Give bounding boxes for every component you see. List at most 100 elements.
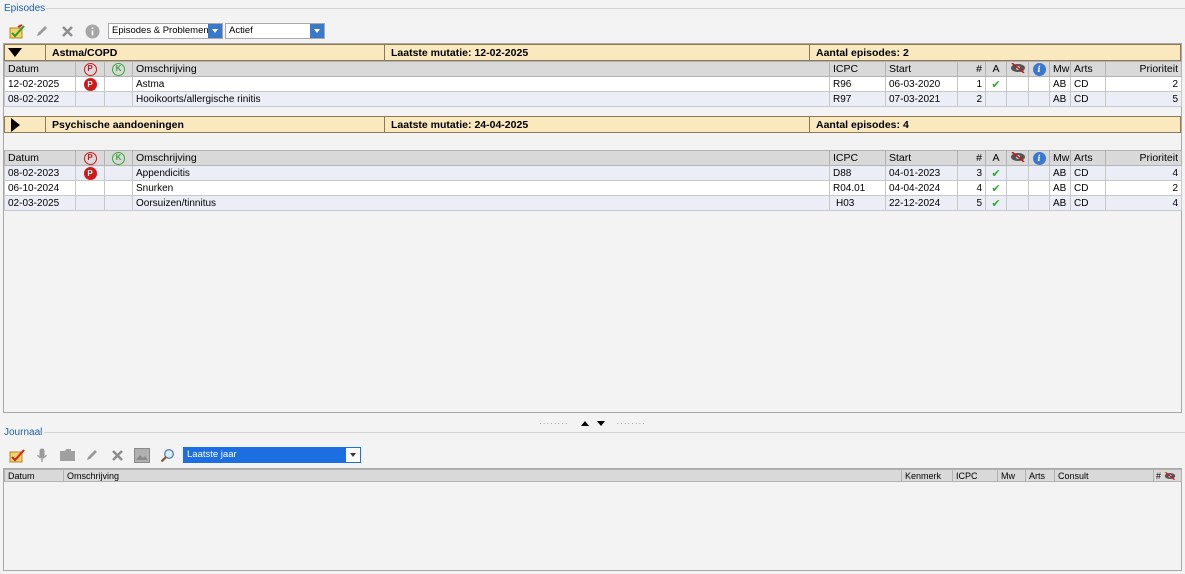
- cell-num: 1: [957, 76, 986, 92]
- mutatie-label: Laatste mutatie:: [391, 46, 472, 59]
- col-mw[interactable]: Mw: [1049, 150, 1071, 166]
- col-k[interactable]: K: [104, 61, 133, 77]
- splitter-up-arrow-icon[interactable]: [580, 420, 589, 426]
- chevron-down-icon[interactable]: [310, 24, 324, 38]
- cell-p: [75, 180, 105, 196]
- episodes-type-filter[interactable]: Episodes & Problemen: [108, 23, 223, 39]
- check-icon: ✔: [985, 76, 1007, 92]
- col-icpc[interactable]: ICPC: [829, 150, 886, 166]
- chevron-down-icon[interactable]: [208, 24, 222, 38]
- col-info[interactable]: i: [1028, 61, 1050, 77]
- col-datum[interactable]: Datum: [4, 61, 76, 77]
- col-kenmerk[interactable]: Kenmerk: [901, 469, 953, 482]
- chevron-down-icon[interactable]: [346, 448, 360, 462]
- cell-p: P: [75, 165, 105, 181]
- col-prioriteit[interactable]: Prioriteit: [1105, 61, 1182, 77]
- mutatie-date: 12-02-2025: [474, 46, 529, 59]
- image-icon[interactable]: [133, 446, 151, 464]
- panel-splitter[interactable]: ········ ········: [0, 418, 1185, 428]
- p-filled-icon: P: [83, 166, 97, 180]
- col-arts[interactable]: Arts: [1025, 469, 1055, 482]
- episode-group-header[interactable]: Astma/COPD Laatste mutatie: 12-02-2025 A…: [4, 44, 1181, 61]
- col-arts[interactable]: Arts: [1070, 61, 1106, 77]
- col-num[interactable]: #: [957, 150, 986, 166]
- col-a[interactable]: A: [985, 61, 1007, 77]
- col-icpc[interactable]: ICPC: [829, 61, 886, 77]
- col-prioriteit[interactable]: Prioriteit: [1105, 150, 1182, 166]
- table-row[interactable]: 06-10-2024 Snurken R04.01 04-04-2024 4 ✔…: [4, 180, 1182, 196]
- col-hidden[interactable]: [1006, 150, 1029, 166]
- col-info[interactable]: i: [1028, 150, 1050, 166]
- cell-info: [1028, 76, 1050, 92]
- new-episode-icon[interactable]: [8, 22, 26, 40]
- table-row[interactable]: 12-02-2025 P Astma R96 06-03-2020 1 ✔ AB…: [4, 76, 1182, 92]
- col-datum[interactable]: Datum: [4, 469, 64, 482]
- expanded-triangle-icon[interactable]: [8, 48, 22, 57]
- col-hidden[interactable]: [1006, 61, 1029, 77]
- check-icon: ✔: [985, 180, 1007, 196]
- delete-x-icon[interactable]: [58, 22, 76, 40]
- col-p[interactable]: P: [75, 150, 105, 166]
- col-mw[interactable]: Mw: [997, 469, 1026, 482]
- col-k[interactable]: K: [104, 150, 133, 166]
- col-omschrijving[interactable]: Omschrijving: [63, 469, 902, 482]
- splitter-grip-left: ········: [539, 418, 569, 428]
- cell-p: [75, 91, 105, 107]
- table-row[interactable]: 02-03-2025 Oorsuizen/tinnitus H03 22-12-…: [4, 195, 1182, 211]
- episodes-status-filter-value: Actief: [229, 25, 253, 36]
- info-blue-icon: i: [1032, 151, 1046, 165]
- eye-crossed-icon: [1011, 151, 1025, 163]
- splitter-grip-right: ········: [616, 418, 646, 428]
- mutatie-label: Laatste mutatie:: [391, 118, 472, 131]
- col-arts[interactable]: Arts: [1070, 150, 1106, 166]
- col-icpc[interactable]: ICPC: [952, 469, 998, 482]
- col-omschrijving[interactable]: Omschrijving: [132, 150, 830, 166]
- microphone-icon[interactable]: [33, 446, 51, 464]
- cell-num: 2: [957, 91, 986, 107]
- group-mutatie: Laatste mutatie: 12-02-2025: [385, 45, 810, 60]
- cell-k: [104, 195, 133, 211]
- cell-icpc: R04.01: [829, 180, 886, 196]
- cell-p: P: [75, 76, 105, 92]
- cell-icpc: R97: [829, 91, 886, 107]
- cell-info: [1028, 91, 1050, 107]
- info-grey-icon[interactable]: [83, 22, 101, 40]
- edit-pencil-icon[interactable]: [33, 22, 51, 40]
- col-consult[interactable]: Consult: [1054, 469, 1154, 482]
- cell-k: [104, 180, 133, 196]
- col-datum[interactable]: Datum: [4, 150, 76, 166]
- table-row[interactable]: 08-02-2023 P Appendicitis D88 04-01-2023…: [4, 165, 1182, 181]
- col-start[interactable]: Start: [885, 150, 958, 166]
- col-p[interactable]: P: [75, 61, 105, 77]
- mutatie-date: 24-04-2025: [474, 118, 529, 131]
- cell-start: 07-03-2021: [885, 91, 958, 107]
- episodes-status-filter[interactable]: Actief: [225, 23, 325, 39]
- episodes-section-divider: [46, 8, 1185, 9]
- new-entry-icon[interactable]: [8, 446, 26, 464]
- delete-x-icon[interactable]: [108, 446, 126, 464]
- folder-icon[interactable]: [58, 446, 76, 464]
- journaal-period-filter[interactable]: Laatste jaar: [183, 447, 361, 463]
- group-toggle[interactable]: [5, 117, 46, 132]
- collapsed-triangle-icon[interactable]: [11, 117, 20, 132]
- cell-k: [104, 165, 133, 181]
- group-name: Psychische aandoeningen: [46, 117, 385, 132]
- cell-icpc: H03: [829, 195, 886, 211]
- col-a[interactable]: A: [985, 150, 1007, 166]
- table-row[interactable]: 08-02-2022 Hooikoorts/allergische riniti…: [4, 91, 1182, 107]
- cell-icpc: R96: [829, 76, 886, 92]
- p-circle-icon: P: [83, 151, 97, 165]
- edit-pencil-icon[interactable]: [83, 446, 101, 464]
- col-start[interactable]: Start: [885, 61, 958, 77]
- cell-datum: 12-02-2025: [4, 76, 76, 92]
- col-num[interactable]: #: [957, 61, 986, 77]
- splitter-down-arrow-icon[interactable]: [596, 420, 605, 426]
- col-mw[interactable]: Mw: [1049, 61, 1071, 77]
- group-toggle[interactable]: [5, 45, 46, 60]
- cell-start: 22-12-2024: [885, 195, 958, 211]
- eye-crossed-icon: [1164, 471, 1175, 481]
- episode-group-header[interactable]: Psychische aandoeningen Laatste mutatie:…: [4, 116, 1181, 133]
- search-icon[interactable]: [158, 446, 176, 464]
- col-num-hidden[interactable]: #: [1153, 469, 1182, 482]
- col-omschrijving[interactable]: Omschrijving: [132, 61, 830, 77]
